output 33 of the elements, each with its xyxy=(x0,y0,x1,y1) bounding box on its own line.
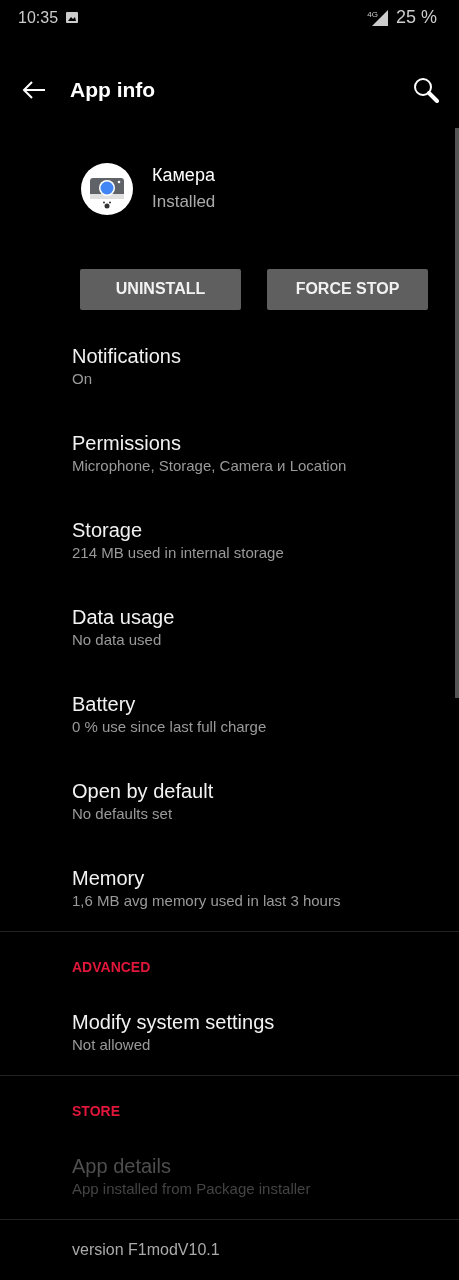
action-button[interactable]: FORCE STOP xyxy=(267,268,428,310)
setting-title[interactable]: Data usage xyxy=(72,604,459,630)
setting-title[interactable]: Open by default xyxy=(72,777,459,804)
scrollbar[interactable] xyxy=(455,128,459,698)
setting-summary: 214 MB used in internal storage xyxy=(72,543,285,564)
back-icon[interactable] xyxy=(22,80,46,99)
window-title: App info xyxy=(70,77,157,102)
setting-summary: Microphone, Storage, Camera и Location xyxy=(72,456,348,477)
camera-app-icon xyxy=(81,162,133,215)
battery-level: 25 % xyxy=(395,7,437,29)
action-button[interactable]: UNINSTALL xyxy=(80,268,241,310)
status-time: 10:35 xyxy=(18,9,59,27)
setting-summary: App installed from Package installer xyxy=(72,1178,312,1199)
setting-summary: No data used xyxy=(72,630,163,650)
section-header: STORE xyxy=(71,1102,121,1122)
setting-summary: 0 % use since last full charge xyxy=(72,716,268,737)
setting-summary: 1,6 MB avg memory used in last 3 hours xyxy=(72,890,342,911)
section-header: ADVANCED xyxy=(71,958,152,978)
setting-summary: On xyxy=(72,369,93,390)
version-label: version F1modV10.1 xyxy=(71,1240,221,1260)
setting-title[interactable]: Storage xyxy=(72,517,459,544)
setting-title[interactable]: Notifications xyxy=(72,343,459,370)
network-label: 4G xyxy=(367,10,378,19)
app-status: Installed xyxy=(152,192,216,213)
setting-title[interactable]: Battery xyxy=(72,690,459,717)
setting-title[interactable]: Memory xyxy=(72,864,459,891)
setting-title[interactable]: Modify system settings xyxy=(72,1008,459,1035)
image-icon xyxy=(66,12,79,24)
app-name: Камера xyxy=(152,165,216,187)
setting-title[interactable]: Permissions xyxy=(72,430,459,457)
search-icon[interactable] xyxy=(413,76,439,103)
setting-summary: Not allowed xyxy=(72,1034,152,1055)
setting-summary: No defaults set xyxy=(72,803,174,824)
